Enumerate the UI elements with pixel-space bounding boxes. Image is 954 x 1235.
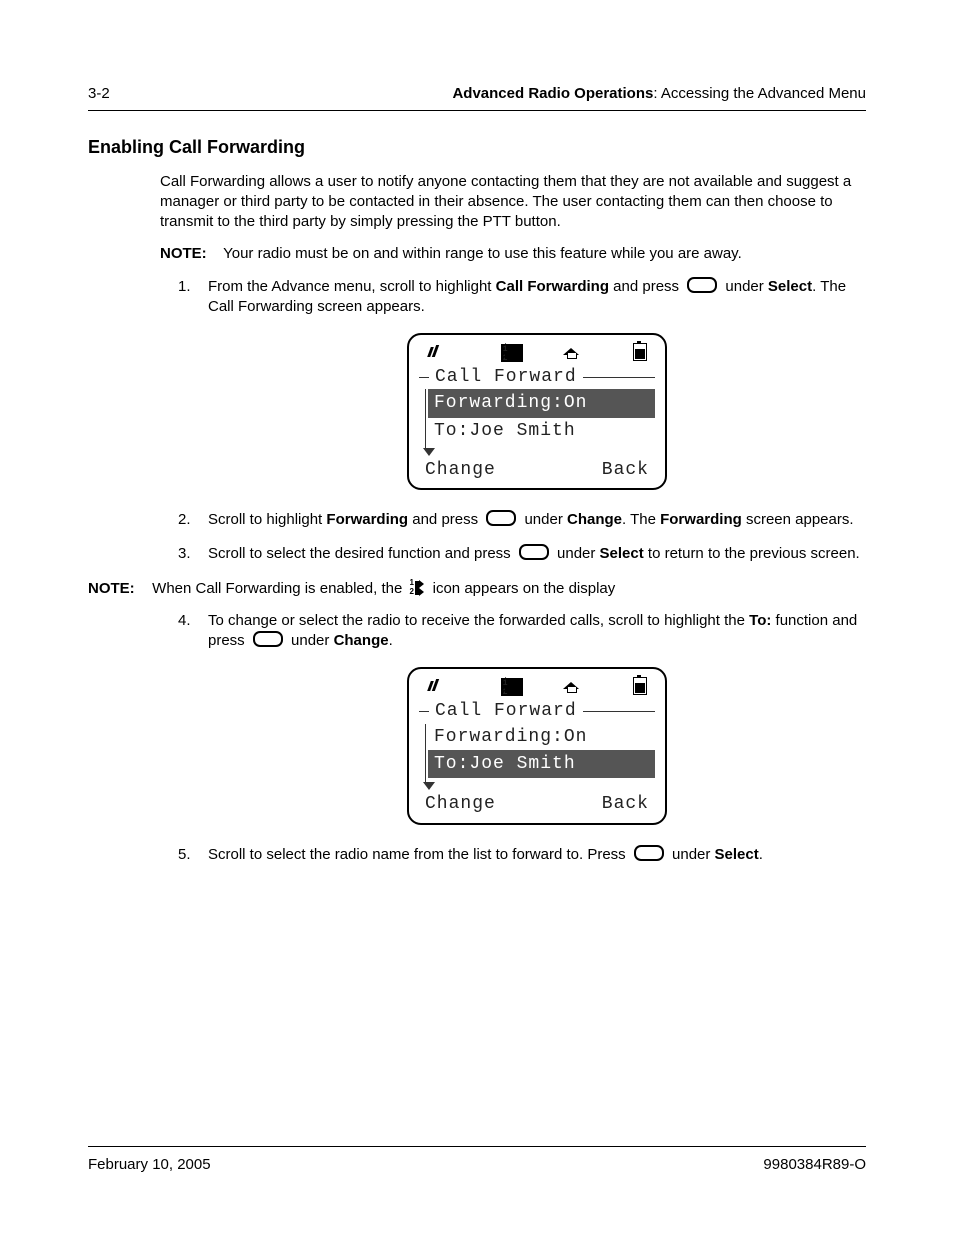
steps-list: 1. From the Advance menu, scroll to high…	[160, 277, 866, 565]
lcd-line: Forwarding:On	[428, 724, 655, 750]
footer-date: February 10, 2005	[88, 1155, 211, 1175]
scroll-down-icon	[423, 448, 435, 456]
body: Call Forwarding allows a user to notify …	[160, 172, 866, 865]
page: 3-2 Advanced Radio Operations: Accessing…	[0, 0, 954, 1235]
note-label: NOTE:	[88, 580, 135, 597]
note-1: NOTE: Your radio must be on and within r…	[160, 244, 866, 264]
softkey-right: Back	[602, 792, 649, 816]
home-icon	[560, 343, 582, 361]
steps-list-cont: 4. To change or select the radio to rece…	[160, 611, 866, 865]
lcd-softkeys: Change Back	[419, 790, 655, 816]
lcd-screen: 12 Call Forward Forwarding:On To:Joe Smi…	[407, 333, 667, 490]
lcd-line-selected: Forwarding:On	[428, 389, 655, 417]
step-3: 3. Scroll to select the desired function…	[160, 544, 866, 564]
lcd-status-bar: 12	[419, 343, 655, 363]
step-number: 1.	[178, 277, 191, 297]
intro-paragraph: Call Forwarding allows a user to notify …	[160, 172, 866, 233]
softkey-button-icon	[687, 277, 717, 293]
battery-icon	[629, 343, 651, 361]
note-label: NOTE:	[160, 245, 207, 262]
section-title: Enabling Call Forwarding	[88, 135, 866, 159]
page-footer: February 10, 2005 9980384R89-O	[88, 1146, 866, 1175]
home-icon	[560, 677, 582, 695]
lcd-menu: Forwarding:On To:Joe Smith	[425, 724, 655, 783]
lcd-menu: Forwarding:On To:Joe Smith	[425, 389, 655, 448]
softkey-button-icon	[253, 631, 283, 647]
header-breadcrumb: Advanced Radio Operations: Accessing the…	[452, 84, 866, 104]
header-section: Accessing the Advanced Menu	[661, 85, 866, 102]
softkey-button-icon	[486, 510, 516, 526]
lcd-screen: 12 Call Forward Forwarding:On To:Joe Smi…	[407, 667, 667, 824]
softkey-button-icon	[634, 845, 664, 861]
step-1: 1. From the Advance menu, scroll to high…	[160, 277, 866, 491]
step-5: 5. Scroll to select the radio name from …	[160, 845, 866, 865]
lcd-softkeys: Change Back	[419, 456, 655, 482]
battery-icon	[629, 677, 651, 695]
step-number: 4.	[178, 611, 191, 631]
scroll-down-icon	[423, 782, 435, 790]
note-text: Your radio must be on and within range t…	[223, 245, 742, 262]
lcd-line: To:Joe Smith	[428, 418, 655, 444]
lcd-screenshot-1: 12 Call Forward Forwarding:On To:Joe Smi…	[208, 333, 866, 490]
softkey-left: Change	[425, 458, 496, 482]
note-2: NOTE: When Call Forwarding is enabled, t…	[88, 579, 866, 599]
signal-icon	[423, 343, 445, 361]
step-number: 2.	[178, 510, 191, 530]
call-forward-icon: 12	[492, 343, 514, 361]
call-forward-icon: 12	[492, 677, 514, 695]
step-number: 5.	[178, 845, 191, 865]
softkey-right: Back	[602, 458, 649, 482]
header-page-number: 3-2	[88, 84, 110, 104]
lcd-screenshot-2: 12 Call Forward Forwarding:On To:Joe Smi…	[208, 667, 866, 824]
call-forward-icon: 12	[408, 580, 426, 596]
step-4: 4. To change or select the radio to rece…	[160, 611, 866, 825]
lcd-line-selected: To:Joe Smith	[428, 750, 655, 778]
lcd-status-bar: 12	[419, 677, 655, 697]
softkey-left: Change	[425, 792, 496, 816]
lcd-title: Call Forward	[419, 365, 655, 389]
step-2: 2. Scroll to highlight Forwarding and pr…	[160, 510, 866, 530]
footer-docnum: 9980384R89-O	[763, 1155, 866, 1175]
lcd-title: Call Forward	[419, 699, 655, 723]
page-header: 3-2 Advanced Radio Operations: Accessing…	[88, 84, 866, 111]
softkey-button-icon	[519, 544, 549, 560]
signal-icon	[423, 677, 445, 695]
header-chapter: Advanced Radio Operations	[452, 85, 653, 102]
step-number: 3.	[178, 544, 191, 564]
